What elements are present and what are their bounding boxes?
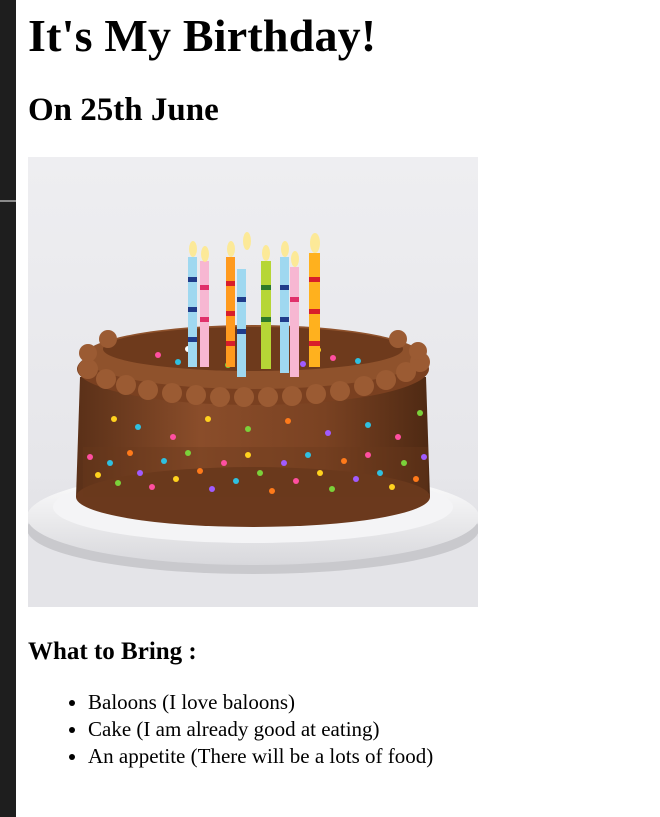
what-to-bring-heading: What to Bring : <box>28 638 197 665</box>
sidebar-divider <box>0 200 16 202</box>
left-sidebar-strip <box>0 0 16 817</box>
page-title: It's My Birthday! <box>28 10 377 61</box>
bring-list: Baloons (I love baloons) Cake (I am alre… <box>28 689 648 770</box>
list-item: Baloons (I love baloons) <box>88 689 648 716</box>
list-item: An appetite (There will be a lots of foo… <box>88 743 648 770</box>
cake-illustration <box>28 157 478 607</box>
page-content: It's My Birthday! On 25th June What to B… <box>28 0 648 770</box>
birthday-cake-image <box>28 157 478 607</box>
list-item: Cake (I am already good at eating) <box>88 716 648 743</box>
party-date: On 25th June <box>28 92 219 128</box>
